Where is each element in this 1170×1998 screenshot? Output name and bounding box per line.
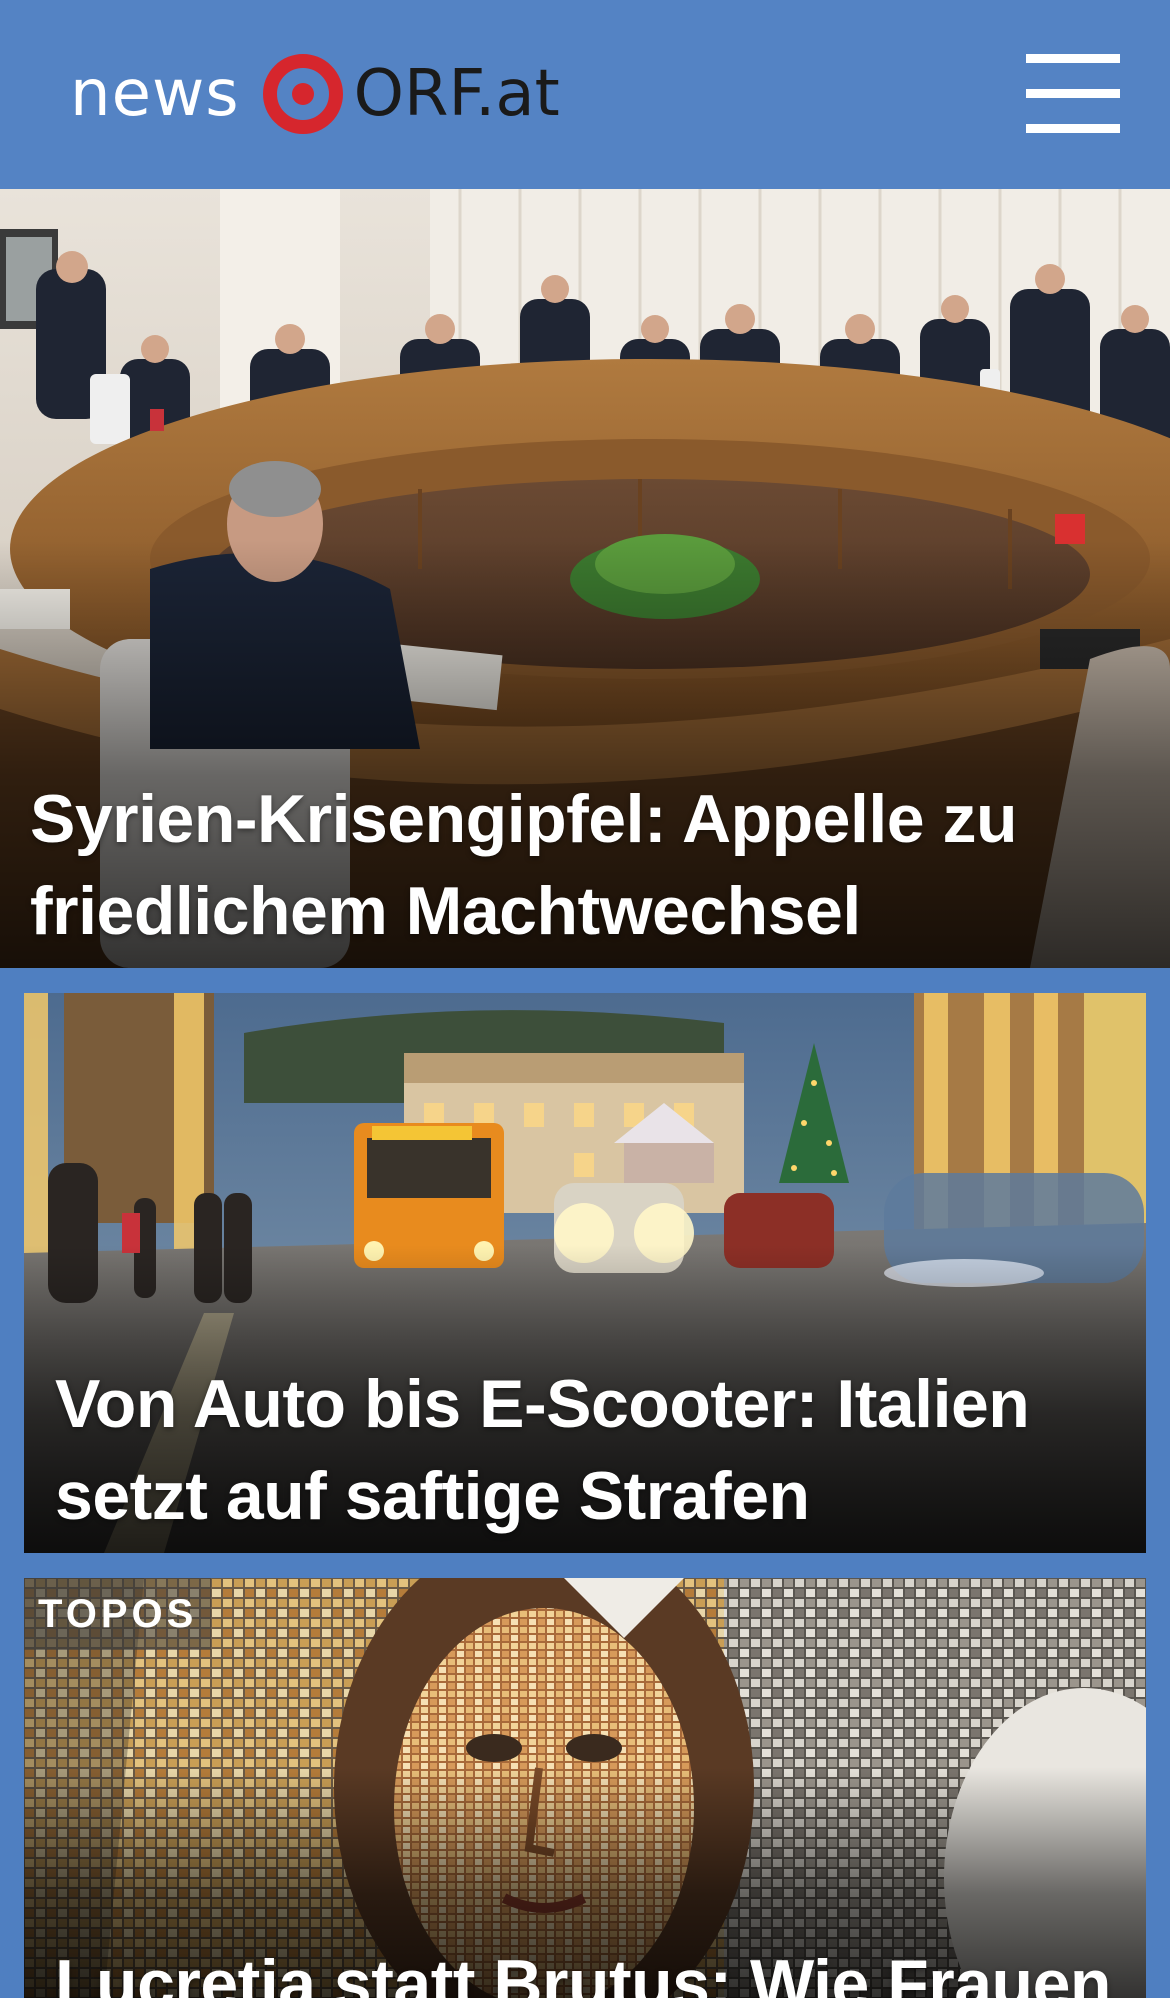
story-headline[interactable]: Syrien-Krisengipfel: Appelle zu friedlic… bbox=[30, 773, 1140, 957]
news-orf-logo[interactable]: news ORF.at bbox=[70, 44, 560, 144]
logo-news-text: news bbox=[70, 57, 240, 131]
category-badge[interactable]: TOPOS bbox=[24, 1578, 212, 1650]
orf-ring-icon bbox=[262, 53, 344, 135]
story-card-topos-lucretia[interactable]: TOPOS Lucretia statt Brutus: Wie Frauen bbox=[24, 1578, 1146, 1998]
logo-orf-text: ORF.at bbox=[353, 57, 560, 131]
story-card-italy-fines[interactable]: Von Auto bis E-Scooter: Italien setzt au… bbox=[24, 993, 1146, 1553]
hamburger-menu-icon[interactable] bbox=[1024, 50, 1122, 136]
story-headline[interactable]: Lucretia statt Brutus: Wie Frauen bbox=[55, 1938, 1135, 1998]
app-header: news ORF.at bbox=[0, 0, 1170, 189]
story-card-syria-summit[interactable]: Syrien-Krisengipfel: Appelle zu friedlic… bbox=[0, 189, 1170, 968]
story-headline[interactable]: Von Auto bis E-Scooter: Italien setzt au… bbox=[55, 1358, 1135, 1542]
